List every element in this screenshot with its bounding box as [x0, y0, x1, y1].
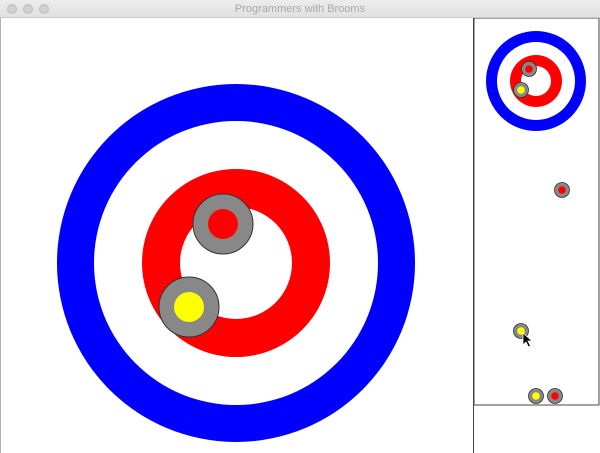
main-stone-yellow — [158, 276, 220, 338]
red-stone-handle — [558, 186, 566, 194]
red-stone-handle — [208, 209, 238, 239]
red-stone-handle — [551, 392, 559, 400]
game-window: Programmers with Brooms — [0, 0, 600, 453]
mini-stone-red-on-sheet — [554, 182, 570, 198]
title-bar[interactable]: Programmers with Brooms — [0, 0, 600, 18]
main-stone-red — [192, 193, 254, 255]
game-canvas[interactable] — [0, 18, 600, 453]
waiting-stone-red — [547, 388, 563, 404]
yellow-stone-handle — [174, 292, 204, 322]
mini-house — [486, 31, 586, 131]
mini-stone-yellow-in-house — [513, 82, 529, 98]
window-title: Programmers with Brooms — [234, 3, 366, 15]
yellow-stone-handle — [532, 392, 540, 400]
waiting-stone-yellow — [528, 388, 544, 404]
red-stone-handle — [525, 65, 533, 73]
mini-stone-red-in-house — [521, 61, 537, 77]
game-scene — [0, 18, 600, 453]
yellow-stone-handle — [517, 86, 525, 94]
main-house — [57, 84, 415, 442]
